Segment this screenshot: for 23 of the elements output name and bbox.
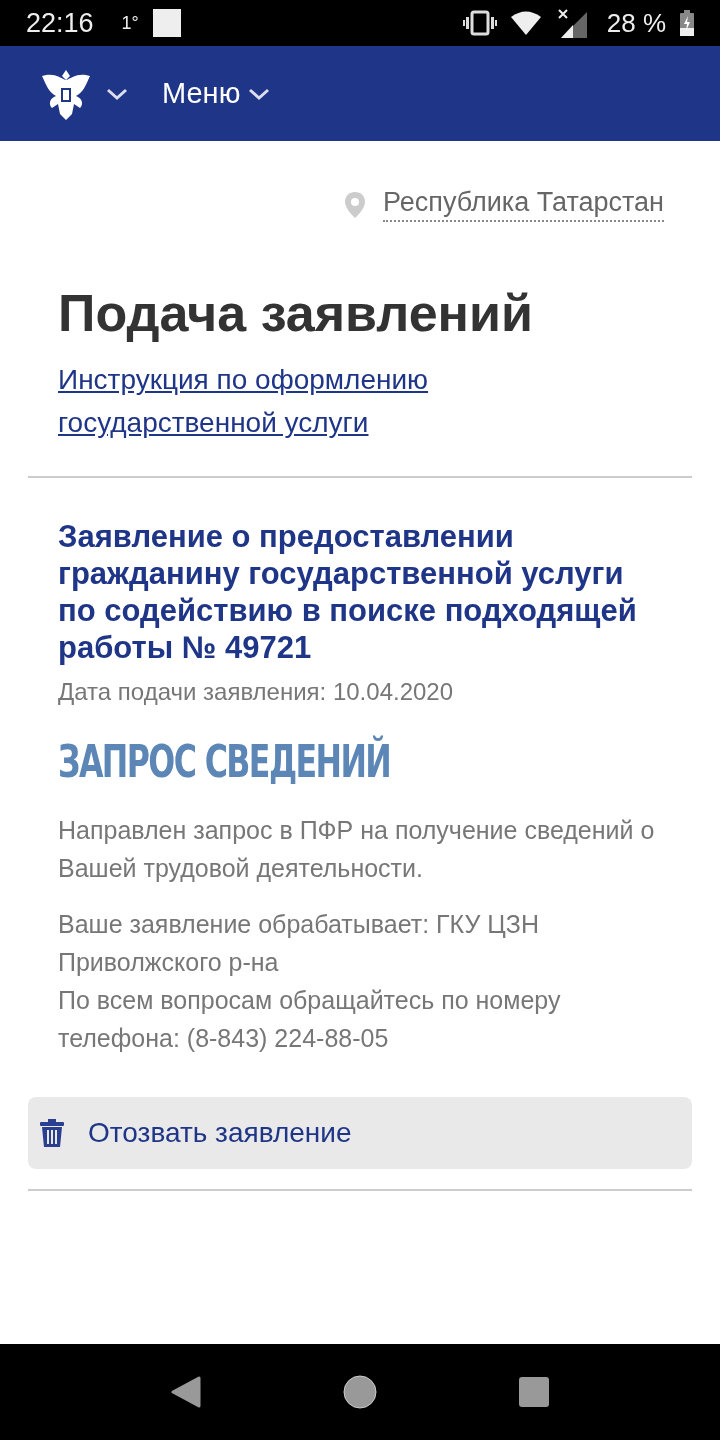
notification-icon — [152, 9, 181, 37]
info-text: Направлен запрос в ПФР на получение сведений о Вашей трудовой деятельности. — [58, 815, 656, 885]
page-title: Подача заявлений — [58, 283, 534, 344]
location-pin-icon — [344, 191, 365, 218]
wifi-icon — [510, 11, 541, 35]
vibrate-icon — [462, 10, 497, 36]
trash-icon — [40, 1119, 64, 1148]
status-time: 22:16 — [26, 7, 94, 39]
withdraw-button[interactable]: Отозвать заявление — [28, 1097, 692, 1170]
application-date: Дата подачи заявления: 10.04.2020 — [58, 678, 455, 707]
menu-dropdown[interactable]: Меню — [162, 77, 271, 110]
battery-icon — [680, 10, 694, 36]
region-link[interactable]: Республика Татарстан — [382, 187, 664, 222]
battery-percent: 28 % — [606, 7, 666, 39]
info-text: Ваше заявление обрабатывает: ГКУ ЦЗН Приволжского р-на По всем вопросам обращайтесь по номеру телефона: (8-843) 224-88-05 — [58, 909, 562, 1055]
home-icon[interactable] — [343, 1375, 377, 1409]
status-temperature: 1° — [121, 12, 139, 34]
chevron-down-icon — [106, 86, 128, 101]
chevron-down-icon — [248, 86, 271, 101]
back-icon[interactable] — [171, 1376, 201, 1408]
instruction-link[interactable]: Инструкция по оформлению государственной услуги — [58, 358, 538, 445]
application-status: ЗАПРОС СВЕДЕНИЙ — [58, 736, 392, 788]
application-title: Заявление о предоставлении гражданину государственной услуги по содействию в поиске подходящей работы № 49721 — [58, 518, 638, 667]
